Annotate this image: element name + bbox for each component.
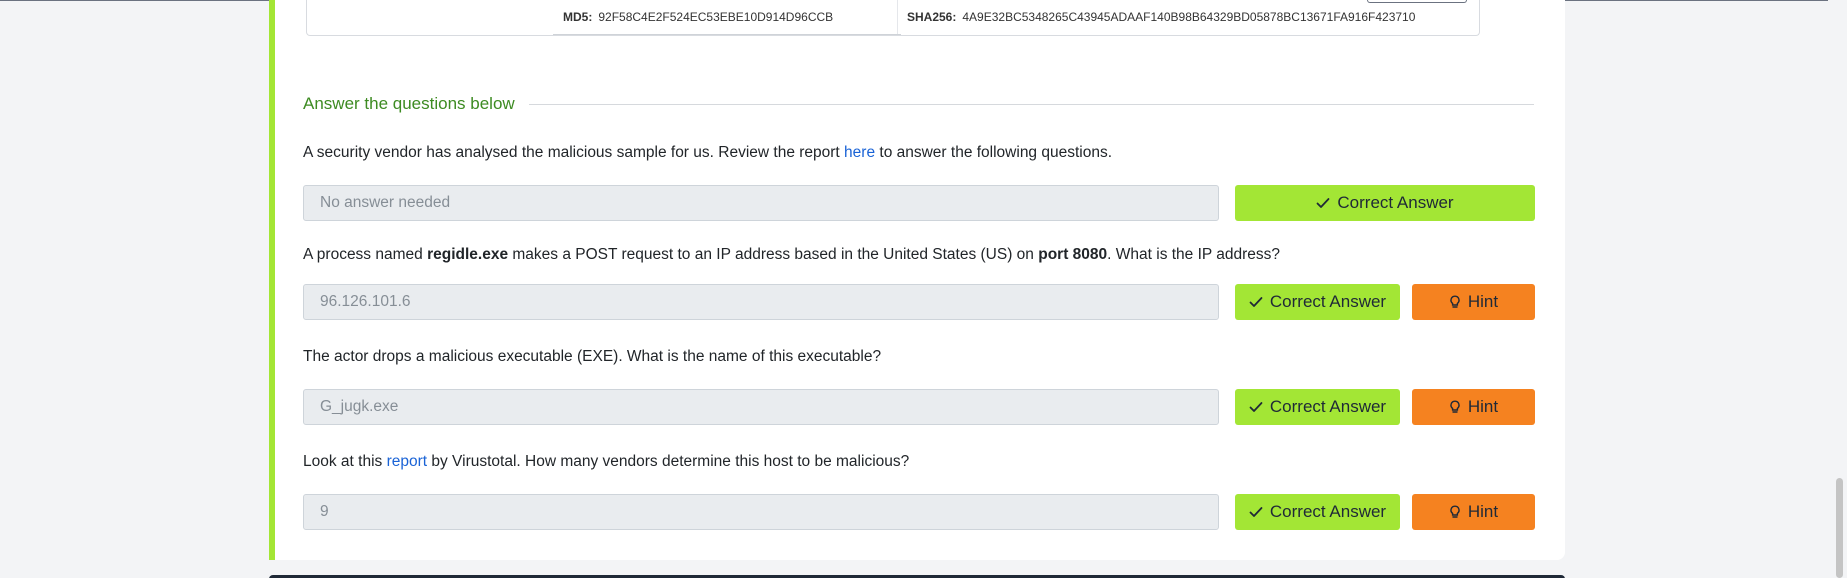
question-2-text: A process named regidle.exe makes a POST… (303, 246, 1280, 264)
correct-answer-label: Correct Answer (1269, 502, 1387, 521)
md5-hash: MD5: 92F58C4E2F524EC53EBE10D914D96CCB (563, 10, 833, 24)
lightbulb-icon (1449, 295, 1461, 309)
check-icon (1249, 296, 1263, 308)
question-1-text-part: A security vendor has analysed the malic… (303, 144, 845, 161)
md5-label: MD5: (563, 10, 593, 24)
lightbulb-icon (1449, 400, 1461, 414)
hint-label: Hint (1467, 397, 1499, 416)
port-bold: port 8080 (1038, 246, 1108, 263)
virustotal-report-link[interactable]: report (387, 453, 428, 470)
question-4-text-part: Look at this (303, 453, 387, 470)
md5-value: 92F58C4E2F524EC53EBE10D914D96CCB (598, 10, 834, 24)
lightbulb-icon (1449, 505, 1461, 519)
task-card (269, 0, 1565, 560)
question-1-answer-field[interactable]: No answer needed (303, 185, 1219, 221)
file-hash-box: MD5: 92F58C4E2F524EC53EBE10D914D96CCB SHA… (306, 0, 1480, 36)
question-4-text: Look at this report by Virustotal. How m… (303, 453, 909, 471)
report-here-link[interactable]: here (844, 144, 875, 161)
question-4-answer-field[interactable]: 9 (303, 494, 1219, 530)
sha256-hash: SHA256: 4A9E32BC5348265C43945ADAAF140B98B… (907, 10, 1415, 24)
check-icon (1249, 506, 1263, 518)
question-2-text-part: A process named (303, 246, 428, 263)
question-3-correct-answer-button[interactable]: Correct Answer (1235, 389, 1400, 425)
question-3-answer-field[interactable]: G_jugk.exe (303, 389, 1219, 425)
question-3-hint-button[interactable]: Hint (1412, 389, 1535, 425)
answer-section-title: Answer the questions below (303, 94, 515, 113)
hash-box-button-edge (1367, 0, 1467, 3)
question-2-hint-button[interactable]: Hint (1412, 284, 1535, 320)
scrollbar-thumb[interactable] (1836, 478, 1843, 578)
question-1-text: A security vendor has analysed the malic… (303, 144, 1112, 162)
sha256-label: SHA256: (907, 10, 957, 24)
question-1-correct-answer-button[interactable]: Correct Answer (1235, 185, 1535, 221)
hash-underline (553, 34, 901, 35)
question-4-hint-button[interactable]: Hint (1412, 494, 1535, 530)
correct-answer-label: Correct Answer (1269, 292, 1387, 311)
correct-answer-label: Correct Answer (1337, 193, 1454, 212)
question-3-text: The actor drops a malicious executable (… (303, 348, 882, 365)
sha256-value: 4A9E32BC5348265C43945ADAAF140B98B64329BD… (962, 10, 1416, 24)
question-4-correct-answer-button[interactable]: Correct Answer (1235, 494, 1400, 530)
question-2-text-part: . What is the IP address? (1107, 246, 1281, 263)
question-2-correct-answer-button[interactable]: Correct Answer (1235, 284, 1400, 320)
process-name-bold: regidle.exe (427, 246, 509, 263)
check-icon (1316, 197, 1330, 209)
check-icon (1249, 401, 1263, 413)
question-1-text-part: to answer the following questions. (875, 144, 1113, 161)
hint-label: Hint (1467, 502, 1499, 521)
question-4-text-part: by Virustotal. How many vendors determin… (427, 453, 910, 470)
hash-divider (897, 0, 898, 35)
question-2-answer-field[interactable]: 96.126.101.6 (303, 284, 1219, 320)
hint-label: Hint (1467, 292, 1499, 311)
section-divider (529, 104, 1534, 105)
question-2-text-part: makes a POST request to an IP address ba… (508, 246, 1039, 263)
correct-answer-label: Correct Answer (1269, 397, 1387, 416)
